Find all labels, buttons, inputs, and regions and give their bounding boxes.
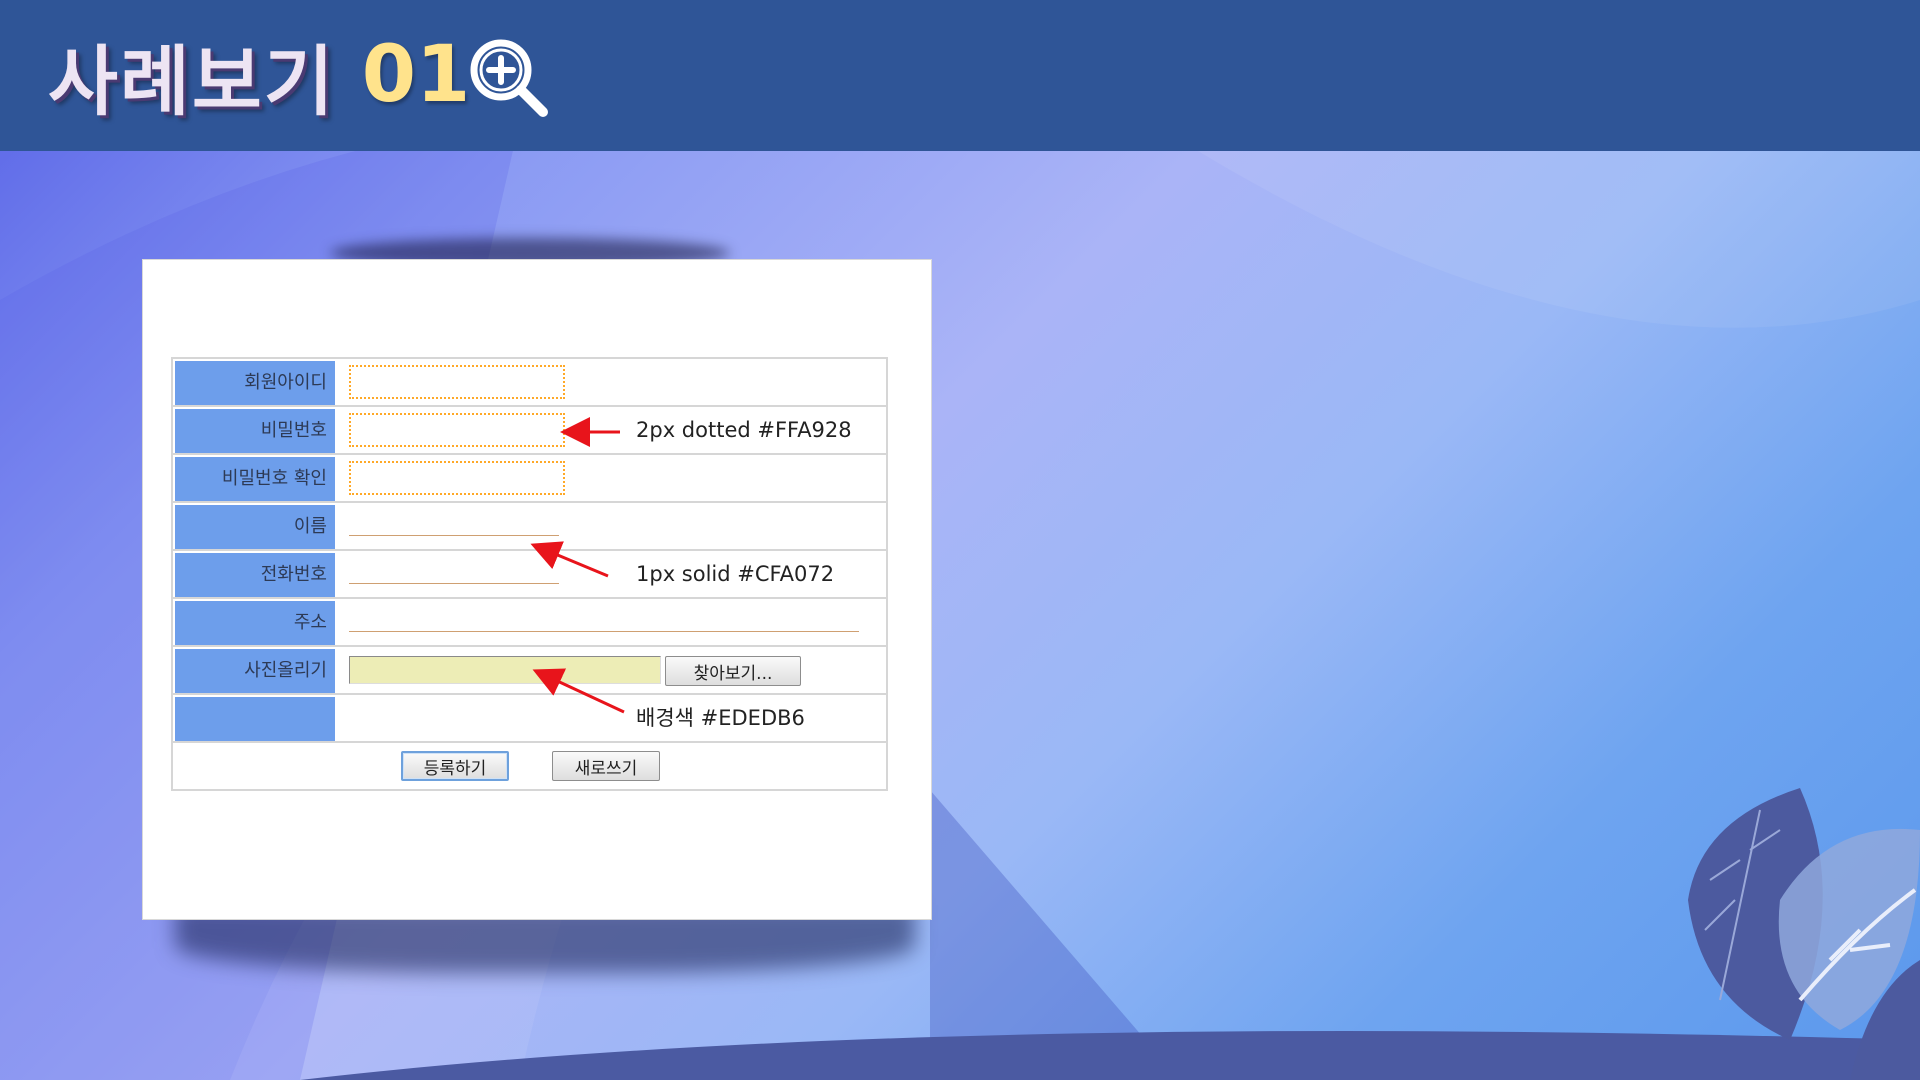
password-input[interactable]: [349, 413, 565, 447]
label-empty: [175, 697, 335, 741]
annotation-dotted: 2px dotted #FFA928: [636, 418, 852, 442]
page-title: 사례보기 01: [48, 20, 470, 130]
address-input[interactable]: [349, 631, 859, 632]
phone-input[interactable]: [349, 583, 559, 584]
label-phone: 전화번호: [175, 553, 335, 597]
title-text: 사례보기: [48, 37, 336, 126]
label-name: 이름: [175, 505, 335, 549]
label-address: 주소: [175, 601, 335, 645]
photo-file-input[interactable]: [349, 656, 661, 684]
title-number: 01: [361, 30, 471, 120]
row-name: 이름: [173, 503, 886, 551]
label-password: 비밀번호: [175, 409, 335, 453]
browse-button[interactable]: 찾아보기...: [665, 656, 801, 686]
reset-button[interactable]: 새로쓰기: [552, 751, 660, 781]
row-password-confirm: 비밀번호 확인: [173, 455, 886, 503]
submit-button[interactable]: 등록하기: [401, 751, 509, 781]
header-bar: 사례보기 01: [0, 0, 1920, 151]
member-id-input[interactable]: [349, 365, 565, 399]
button-row: 등록하기 새로쓰기: [173, 743, 886, 789]
label-password-confirm: 비밀번호 확인: [175, 457, 335, 501]
row-member-id: 회원아이디: [173, 359, 886, 407]
row-address: 주소: [173, 599, 886, 647]
row-photo: 사진올리기 찾아보기...: [173, 647, 886, 695]
label-photo: 사진올리기: [175, 649, 335, 693]
annotation-solid: 1px solid #CFA072: [636, 562, 835, 586]
zoom-in-icon: [470, 39, 548, 117]
name-input[interactable]: [349, 535, 559, 536]
password-confirm-input[interactable]: [349, 461, 565, 495]
annotation-background: 배경색 #EDEDB6: [636, 706, 805, 730]
label-member-id: 회원아이디: [175, 361, 335, 405]
